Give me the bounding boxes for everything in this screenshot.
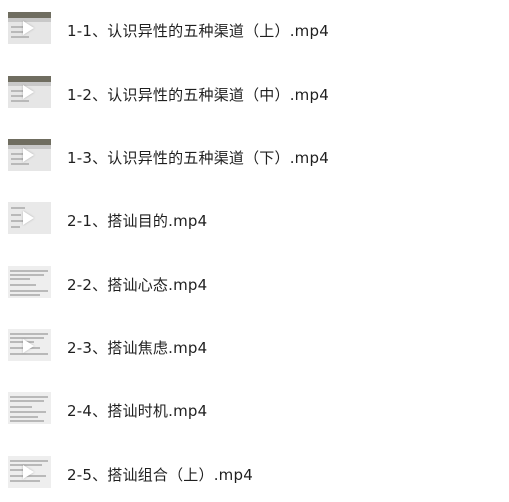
- file-name: 2-5、搭讪组合（上）.mp4: [67, 466, 253, 484]
- file-item-2-3[interactable]: 2-3、搭讪焦虑.mp4: [0, 325, 509, 369]
- play-icon: [23, 465, 34, 479]
- play-icon: [23, 211, 34, 225]
- video-thumbnail-icon: [8, 76, 51, 108]
- file-name: 1-3、认识异性的五种渠道（下）.mp4: [67, 149, 329, 167]
- file-item-1-3[interactable]: 1-3、认识异性的五种渠道（下）.mp4: [0, 135, 509, 179]
- play-icon: [23, 21, 34, 35]
- file-name: 1-1、认识异性的五种渠道（上）.mp4: [67, 22, 329, 40]
- file-name: 1-2、认识异性的五种渠道（中）.mp4: [67, 86, 329, 104]
- play-icon: [23, 148, 34, 162]
- file-name: 2-3、搭讪焦虑.mp4: [67, 339, 208, 357]
- video-thumbnail-icon: [8, 456, 51, 488]
- video-thumbnail-icon: [8, 329, 51, 361]
- play-icon: [23, 339, 34, 353]
- video-thumbnail-icon: [8, 12, 51, 44]
- file-name: 2-4、搭讪时机.mp4: [67, 402, 208, 420]
- file-item-1-1[interactable]: 1-1、认识异性的五种渠道（上）.mp4: [0, 8, 509, 52]
- file-name: 2-2、搭讪心态.mp4: [67, 276, 208, 294]
- file-item-2-5[interactable]: 2-5、搭讪组合（上）.mp4: [0, 452, 509, 496]
- video-thumbnail-icon: [8, 139, 51, 171]
- file-item-2-2[interactable]: 2-2、搭讪心态.mp4: [0, 262, 509, 306]
- file-name: 2-1、搭讪目的.mp4: [67, 212, 208, 230]
- file-list: 1-1、认识异性的五种渠道（上）.mp4 1-2、认识异性的五种渠道（中）.mp…: [0, 0, 509, 502]
- file-item-2-1[interactable]: 2-1、搭讪目的.mp4: [0, 198, 509, 242]
- video-thumbnail-icon: [8, 266, 51, 298]
- video-thumbnail-icon: [8, 202, 51, 234]
- play-icon: [23, 85, 34, 99]
- video-thumbnail-icon: [8, 392, 51, 424]
- file-item-2-4[interactable]: 2-4、搭讪时机.mp4: [0, 388, 509, 432]
- file-item-1-2[interactable]: 1-2、认识异性的五种渠道（中）.mp4: [0, 72, 509, 116]
